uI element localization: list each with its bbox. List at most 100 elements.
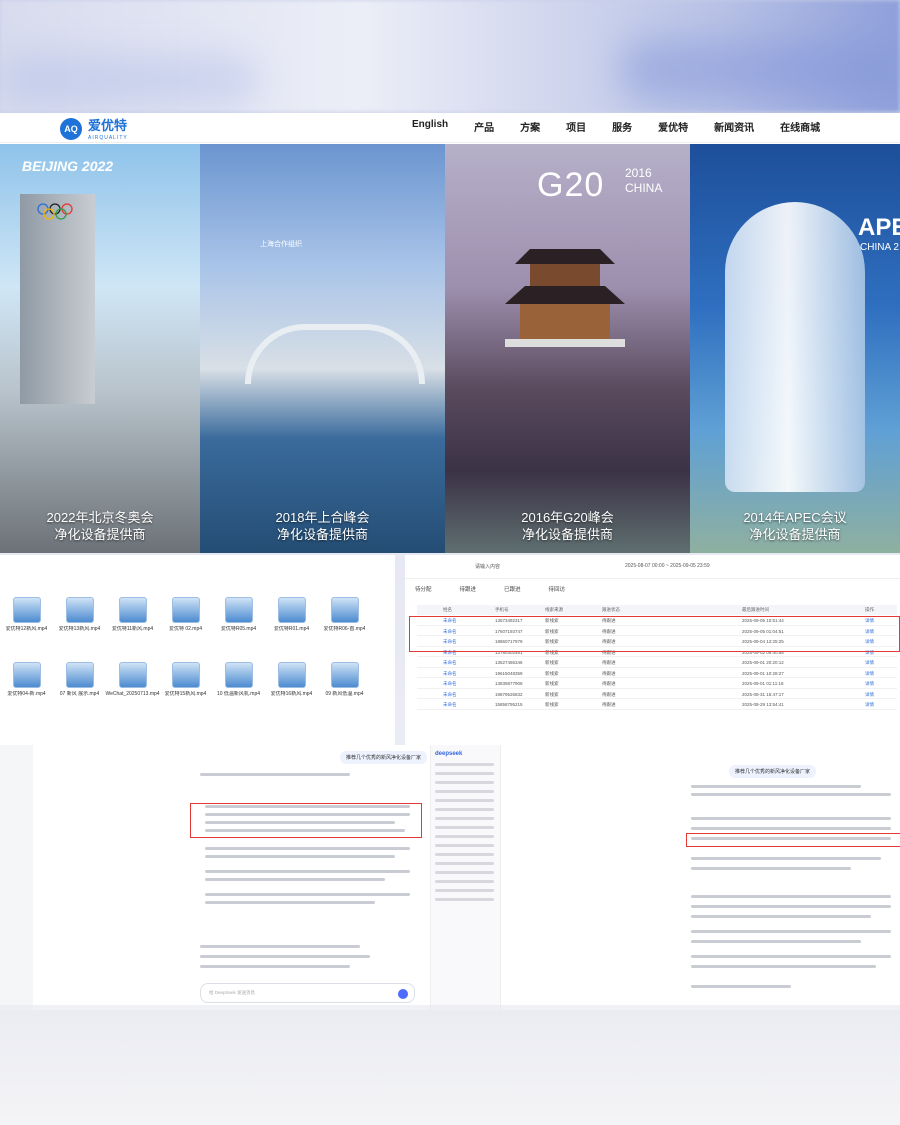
lead-time: 2025-09-01 20:20:12 xyxy=(742,660,784,665)
file-item[interactable]: 爱优特11新风.mp4 xyxy=(106,597,159,640)
website-homepage: AQ 爱优特 AIRQUALITY English 产品 方案 项目 服务 爱优… xyxy=(0,113,900,553)
menu-item-about[interactable]: 爱优特 xyxy=(658,119,688,134)
video-thumbnail xyxy=(171,597,200,623)
user-question-bubble: 推荐几个优秀的新风净化设备厂家 xyxy=(340,751,428,764)
lead-status: 待跟进 xyxy=(602,691,616,697)
file-item[interactable]: 爱优特12新风.mp4 xyxy=(0,597,53,640)
video-thumbnail xyxy=(171,662,200,688)
lead-status: 待跟进 xyxy=(602,670,616,676)
lead-status: 待跟进 xyxy=(602,660,616,665)
file-item[interactable]: 09 新风低温.mp4 xyxy=(318,662,371,705)
file-item[interactable]: WeChat_20250713.mp4 xyxy=(105,662,160,705)
file-item[interactable]: 爱优特16新风.mp4 xyxy=(265,662,318,705)
banner-panel-g20[interactable]: G20 2016 CHINA 2016年G20峰会 净化设备提供商 xyxy=(445,144,690,553)
olympic-rings-icon xyxy=(37,203,73,220)
chat-window-second: 推荐几个优秀的新风净化设备厂家 xyxy=(500,745,900,1010)
lead-phone: 13839877908 xyxy=(495,681,523,686)
menu-item-english[interactable]: English xyxy=(412,119,448,134)
video-thumbnail xyxy=(12,662,41,688)
file-item[interactable]: 爱优特04-新.mp4 xyxy=(0,662,53,705)
video-thumbnail xyxy=(118,597,147,623)
video-thumbnail xyxy=(277,662,306,688)
file-item[interactable]: 爱优特13新风.mp4 xyxy=(53,597,106,640)
highlight-box xyxy=(190,803,422,838)
olympics-logo: BEIJING 2022 xyxy=(22,158,114,174)
lead-name: 未命名 xyxy=(443,681,457,686)
menu-item-projects[interactable]: 项目 xyxy=(566,119,586,134)
lead-time: 2025-09-01 10:28:27 xyxy=(742,670,784,676)
logo-subtitle: AIRQUALITY xyxy=(88,135,128,141)
file-item[interactable]: 爱优特R05.mp4 xyxy=(212,597,265,640)
menu-item-services[interactable]: 服务 xyxy=(612,119,632,134)
file-item[interactable]: 爱优特 02.mp4 xyxy=(159,597,212,640)
table-header: 姓名 手机号 线索来源 跟进状态 最后跟进时间 操作 xyxy=(417,605,897,615)
banner-caption: 2014年APEC会议 净化设备提供商 xyxy=(743,510,847,542)
logo-icon: AQ xyxy=(60,118,82,140)
tab-pending[interactable]: 待跟进 xyxy=(460,585,477,593)
lead-phone: 13527486346 xyxy=(495,660,523,665)
table-row[interactable]: 未命名 15858795215 新线索 待跟进 2025-08-29 13:54:41 详… xyxy=(417,699,897,710)
highlight-box xyxy=(409,616,900,652)
file-item[interactable]: 爱优特R01.mp4 xyxy=(265,597,318,640)
date-range-picker[interactable]: 2025-08-07 00:00 ~ 2025-09-05 23:59 xyxy=(625,563,710,569)
banner-panel-sco[interactable]: 上海合作组织 2018年上合峰会 净化设备提供商 xyxy=(200,144,445,553)
site-logo[interactable]: AQ 爱优特 AIRQUALITY xyxy=(60,117,128,141)
video-thumbnail xyxy=(224,597,253,623)
blurred-background-bottom xyxy=(0,1005,900,1125)
lead-source: 新线索 xyxy=(545,702,559,707)
video-thumbnail xyxy=(12,597,41,623)
deepseek-logo: deepseek xyxy=(435,751,463,757)
history-sidebar: deepseek xyxy=(430,745,500,1010)
menu-item-solutions[interactable]: 方案 xyxy=(520,119,540,134)
logo-name: 爱优特 xyxy=(88,118,128,133)
apec-logo: APEC xyxy=(858,214,900,241)
menu-item-news[interactable]: 新闻资讯 xyxy=(714,119,754,134)
banner-caption: 2016年G20峰会 净化设备提供商 xyxy=(521,510,614,542)
lead-name: 未命名 xyxy=(443,670,457,676)
file-item[interactable]: 07 新风 展示.mp4 xyxy=(53,662,106,705)
detail-link[interactable]: 详情 xyxy=(865,671,874,677)
tab-unassigned[interactable]: 待分配 xyxy=(415,585,432,593)
tab-followed[interactable]: 已跟进 xyxy=(504,585,521,593)
send-button[interactable] xyxy=(398,989,408,999)
lead-source: 新线索 xyxy=(545,691,559,697)
chat-input[interactable]: 给 DeepSeek 发送消息 xyxy=(200,983,415,1003)
apec-logo-sub: CHINA 2 xyxy=(860,242,899,253)
banner-panel-beijing[interactable]: BEIJING 2022 2022年北京冬奥会 净化设备提供商 xyxy=(0,144,200,553)
lead-status: 待跟进 xyxy=(602,681,616,686)
lead-source: 新线索 xyxy=(545,660,559,665)
status-tabs: 待分配 待跟进 已跟进 待回访 xyxy=(415,585,565,593)
video-thumbnail xyxy=(65,662,94,688)
banner-panel-apec[interactable]: APEC CHINA 2 2014年APEC会议净化设备提供商 xyxy=(690,144,900,553)
file-item[interactable]: 10 低温新风机.mp4 xyxy=(212,662,265,705)
tab-revisit[interactable]: 待回访 xyxy=(549,585,566,593)
file-manager: 爱优特12新风.mp4 爱优特13新风.mp4 爱优特11新风.mp4 爱优特 … xyxy=(0,555,395,745)
table-row[interactable]: 未命名 13527486346 新线索 待跟进 2025-09-01 20:20:12 详… xyxy=(417,657,897,668)
dome-building-image xyxy=(725,202,865,492)
table-row[interactable]: 未命名 13839877908 新线索 待跟进 2025-09-01 01:11:18 详… xyxy=(417,678,897,689)
lead-phone: 19615048359 xyxy=(495,670,523,676)
filter-bar: 请输入内容 2025-08-07 00:00 ~ 2025-09-05 23:5… xyxy=(405,555,900,579)
file-item[interactable]: 爱优特15新风.mp4 xyxy=(159,662,212,705)
detail-link[interactable]: 详情 xyxy=(865,681,874,687)
lead-source: 新线索 xyxy=(545,670,559,676)
file-item[interactable]: 爱优特R06-首.mp4 xyxy=(318,597,371,640)
detail-link[interactable]: 详情 xyxy=(865,702,874,708)
g20-logo: G20 xyxy=(537,166,605,204)
lead-status: 待跟进 xyxy=(602,702,616,707)
detail-link[interactable]: 详情 xyxy=(865,692,874,698)
main-menu: English 产品 方案 项目 服务 爱优特 新闻资讯 在线商城 xyxy=(412,119,846,134)
menu-item-products[interactable]: 产品 xyxy=(474,119,494,134)
lead-name: 未命名 xyxy=(443,702,457,707)
leads-table-panel: 请输入内容 2025-08-07 00:00 ~ 2025-09-05 23:5… xyxy=(405,555,900,745)
menu-item-shop[interactable]: 在线商城 xyxy=(780,119,820,134)
table-row[interactable]: 未命名 19879526832 新线索 待跟进 2025-08-31 15:47:17 详… xyxy=(417,689,897,699)
search-input[interactable]: 请输入内容 xyxy=(475,563,500,570)
video-thumbnail xyxy=(65,597,94,623)
lead-source: 新线索 xyxy=(545,681,559,686)
lead-phone: 19879526832 xyxy=(495,691,523,697)
detail-link[interactable]: 详情 xyxy=(865,660,874,666)
building-image xyxy=(20,194,95,404)
table-row[interactable]: 未命名 19615048359 新线索 待跟进 2025-09-01 10:28:27 详… xyxy=(417,668,897,678)
lead-phone: 15858795215 xyxy=(495,702,523,707)
